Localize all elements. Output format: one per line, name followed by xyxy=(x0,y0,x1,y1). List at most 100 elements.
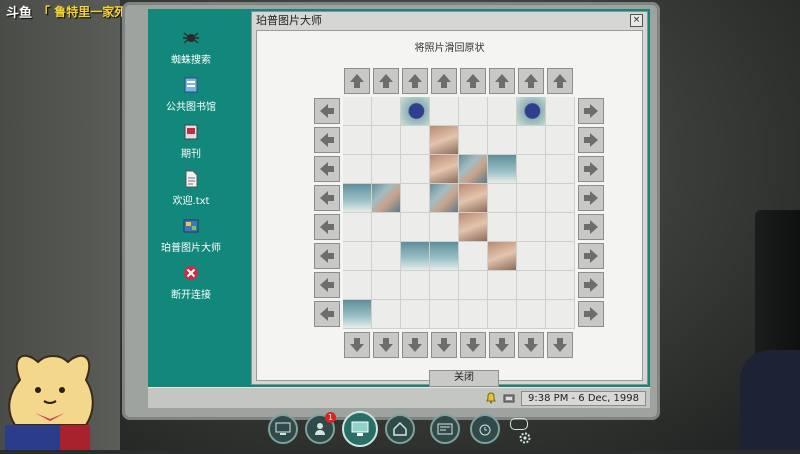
puzzle-tile[interactable] xyxy=(401,126,430,155)
puzzle-tile[interactable] xyxy=(488,213,517,242)
puzzle-tile[interactable] xyxy=(517,126,546,155)
left-arrow-button-4[interactable] xyxy=(314,214,340,240)
puzzle-tile[interactable] xyxy=(343,300,372,329)
right-arrow-button-6[interactable] xyxy=(578,272,604,298)
puzzle-tile[interactable] xyxy=(372,126,401,155)
down-arrow-button-0[interactable] xyxy=(344,332,370,358)
puzzle-tile[interactable] xyxy=(546,155,575,184)
left-arrow-button-2[interactable] xyxy=(314,156,340,182)
puzzle-tile[interactable] xyxy=(343,242,372,271)
left-arrow-button-3[interactable] xyxy=(314,185,340,211)
right-arrow-button-3[interactable] xyxy=(578,185,604,211)
down-arrow-button-1[interactable] xyxy=(373,332,399,358)
puzzle-tile[interactable] xyxy=(343,184,372,213)
puzzle-tile[interactable] xyxy=(488,184,517,213)
bell-icon[interactable] xyxy=(485,389,497,408)
dock-toggle-icon[interactable] xyxy=(510,418,528,430)
dock-alarm-icon[interactable] xyxy=(470,414,500,444)
puzzle-tile[interactable] xyxy=(459,213,488,242)
puzzle-tile[interactable] xyxy=(401,97,430,126)
up-arrow-button-6[interactable] xyxy=(518,68,544,94)
desktop-icon-journal[interactable]: 期刊 xyxy=(153,123,229,160)
puzzle-tile[interactable] xyxy=(459,300,488,329)
dock-desktop-icon[interactable] xyxy=(342,411,378,447)
up-arrow-button-7[interactable] xyxy=(547,68,573,94)
up-arrow-button-1[interactable] xyxy=(373,68,399,94)
left-arrow-button-6[interactable] xyxy=(314,272,340,298)
down-arrow-button-7[interactable] xyxy=(547,332,573,358)
puzzle-tile[interactable] xyxy=(401,242,430,271)
puzzle-tile[interactable] xyxy=(517,271,546,300)
puzzle-tile[interactable] xyxy=(430,213,459,242)
puzzle-tile[interactable] xyxy=(401,271,430,300)
puzzle-tile[interactable] xyxy=(517,155,546,184)
puzzle-tile[interactable] xyxy=(459,97,488,126)
puzzle-tile[interactable] xyxy=(430,300,459,329)
desktop-icon-photo-master[interactable]: 珀普图片大师 xyxy=(153,217,229,254)
puzzle-tile[interactable] xyxy=(459,184,488,213)
puzzle-tile[interactable] xyxy=(430,126,459,155)
puzzle-grid[interactable] xyxy=(343,97,575,329)
desktop-icon-spider-search[interactable]: 蜘蛛搜索 xyxy=(153,29,229,66)
puzzle-tile[interactable] xyxy=(372,271,401,300)
left-arrow-button-5[interactable] xyxy=(314,243,340,269)
puzzle-tile[interactable] xyxy=(459,126,488,155)
dock-home-icon[interactable] xyxy=(385,414,415,444)
puzzle-tile[interactable] xyxy=(343,155,372,184)
puzzle-tile[interactable] xyxy=(343,97,372,126)
puzzle-tile[interactable] xyxy=(343,126,372,155)
window-close-icon[interactable]: × xyxy=(630,13,643,27)
puzzle-tile[interactable] xyxy=(343,213,372,242)
puzzle-tile[interactable] xyxy=(372,97,401,126)
dock-person-icon[interactable]: 1 xyxy=(305,412,336,444)
up-arrow-button-5[interactable] xyxy=(489,68,515,94)
left-arrow-button-1[interactable] xyxy=(314,127,340,153)
puzzle-tile[interactable] xyxy=(488,126,517,155)
puzzle-tile[interactable] xyxy=(372,155,401,184)
puzzle-tile[interactable] xyxy=(546,126,575,155)
close-button[interactable]: 关闭 xyxy=(429,370,499,387)
puzzle-tile[interactable] xyxy=(372,213,401,242)
dock-computer-icon[interactable] xyxy=(268,414,298,444)
puzzle-tile[interactable] xyxy=(430,184,459,213)
right-arrow-button-5[interactable] xyxy=(578,243,604,269)
down-arrow-button-6[interactable] xyxy=(518,332,544,358)
puzzle-tile[interactable] xyxy=(401,213,430,242)
right-arrow-button-1[interactable] xyxy=(578,127,604,153)
right-arrow-button-2[interactable] xyxy=(578,156,604,182)
puzzle-tile[interactable] xyxy=(459,155,488,184)
puzzle-tile[interactable] xyxy=(546,97,575,126)
right-arrow-button-4[interactable] xyxy=(578,214,604,240)
up-arrow-button-2[interactable] xyxy=(402,68,428,94)
puzzle-tile[interactable] xyxy=(546,300,575,329)
puzzle-tile[interactable] xyxy=(372,300,401,329)
puzzle-tile[interactable] xyxy=(430,271,459,300)
settings-gear-icon[interactable] xyxy=(518,430,532,449)
up-arrow-button-3[interactable] xyxy=(431,68,457,94)
up-arrow-button-0[interactable] xyxy=(344,68,370,94)
puzzle-tile[interactable] xyxy=(546,271,575,300)
puzzle-tile[interactable] xyxy=(546,184,575,213)
down-arrow-button-5[interactable] xyxy=(489,332,515,358)
puzzle-tile[interactable] xyxy=(517,213,546,242)
puzzle-tile[interactable] xyxy=(372,184,401,213)
right-arrow-button-0[interactable] xyxy=(578,98,604,124)
puzzle-tile[interactable] xyxy=(517,97,546,126)
up-arrow-button-4[interactable] xyxy=(460,68,486,94)
puzzle-tile[interactable] xyxy=(401,300,430,329)
down-arrow-button-4[interactable] xyxy=(460,332,486,358)
puzzle-tile[interactable] xyxy=(546,213,575,242)
desktop-icon-disconnect[interactable]: 断开连接 xyxy=(153,264,229,301)
puzzle-tile[interactable] xyxy=(401,184,430,213)
puzzle-tile[interactable] xyxy=(343,271,372,300)
puzzle-tile[interactable] xyxy=(517,300,546,329)
network-icon[interactable] xyxy=(503,389,515,408)
puzzle-tile[interactable] xyxy=(488,300,517,329)
puzzle-tile[interactable] xyxy=(459,242,488,271)
puzzle-tile[interactable] xyxy=(430,155,459,184)
puzzle-tile[interactable] xyxy=(488,97,517,126)
puzzle-tile[interactable] xyxy=(488,242,517,271)
clock[interactable]: 9:38 PM - 6 Dec, 1998 xyxy=(521,390,646,406)
puzzle-tile[interactable] xyxy=(517,184,546,213)
puzzle-tile[interactable] xyxy=(488,155,517,184)
